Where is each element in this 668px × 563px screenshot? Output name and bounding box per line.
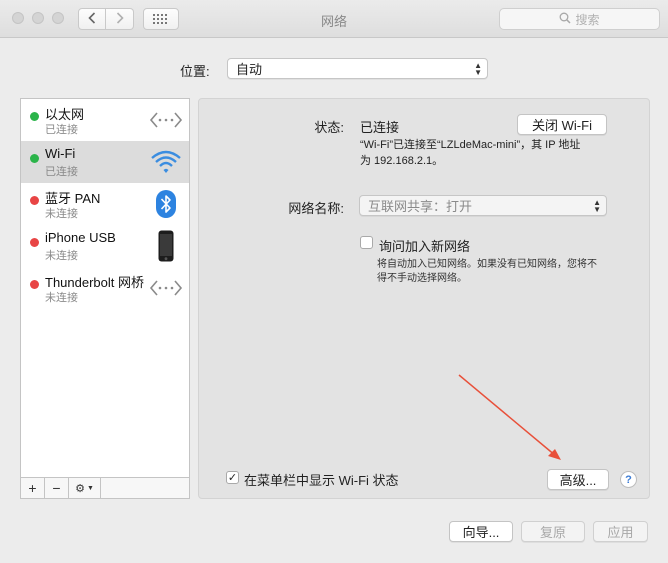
service-item-bluetooth-pan[interactable]: 蓝牙 PAN 未连接 — [21, 183, 189, 225]
show-menubar-label: 在菜单栏中显示 Wi-Fi 状态 — [244, 473, 399, 488]
gear-icon: ⚙︎ — [75, 482, 85, 495]
service-status: 未连接 — [45, 292, 78, 304]
network-name-popup[interactable]: 互联网共享：打开 ▲ ▼ — [359, 195, 607, 216]
service-item-thunderbolt-bridge[interactable]: Thunderbolt 网桥 未连接 — [21, 267, 189, 309]
status-description-line: “Wi-Fi”已连接至“LZLdeMac-mini”，其 IP 地址 — [360, 139, 581, 151]
status-description-line: 为 192.168.2.1。 — [360, 155, 444, 167]
service-name: iPhone USB — [45, 230, 116, 245]
ask-join-checkbox[interactable] — [360, 236, 373, 249]
iphone-icon — [149, 229, 183, 263]
status-description: “Wi-Fi”已连接至“LZLdeMac-mini”，其 IP 地址 为 192… — [360, 137, 640, 169]
chevron-down-icon: ▼ — [86, 484, 94, 492]
ask-join-description-line: 得不手动选择网络。 — [377, 273, 467, 284]
service-status: 未连接 — [45, 250, 78, 262]
network-name-value: 互联网共享：打开 — [368, 199, 473, 214]
turn-off-wifi-button[interactable]: 关闭 Wi-Fi — [517, 114, 607, 135]
thunderbolt-bridge-icon — [149, 271, 183, 305]
advanced-button[interactable]: 高级... — [547, 469, 609, 490]
status-dot — [30, 154, 39, 163]
add-service-button[interactable]: + — [21, 478, 45, 498]
window-toolbar: 网络 搜索 — [0, 0, 668, 38]
search-placeholder: 搜索 — [575, 12, 600, 27]
ask-join-description-line: 将自动加入已知网络。如果没有已知网络，您将不 — [377, 259, 597, 270]
service-name: Wi-Fi — [45, 146, 76, 161]
service-status: 已连接 — [45, 166, 78, 178]
service-item-iphone-usb[interactable]: iPhone USB 未连接 — [21, 225, 189, 267]
ethernet-icon — [149, 103, 183, 137]
service-status: 未连接 — [45, 208, 78, 220]
detail-pane: 状态: 已连接 关闭 Wi-Fi “Wi-Fi”已连接至“LZLdeMac-mi… — [198, 98, 650, 499]
ask-join-description: 将自动加入已知网络。如果没有已知网络，您将不 得不手动选择网络。 — [377, 258, 637, 286]
service-status: 已连接 — [45, 124, 78, 136]
help-button[interactable]: ? — [620, 471, 637, 488]
network-name-label: 网络名称: — [288, 201, 344, 216]
checkmark-icon: ✓ — [227, 472, 238, 484]
service-list-controls: + − ⚙︎ ▼ — [21, 477, 189, 498]
show-menubar-checkbox[interactable]: ✓ — [226, 471, 239, 484]
revert-button[interactable]: 复原 — [521, 521, 585, 542]
service-item-ethernet[interactable]: 以太网 已连接 — [21, 99, 189, 141]
service-list: 以太网 已连接 Wi-Fi 已连接 蓝牙 PAN 未连接 iPhone USB … — [20, 98, 190, 499]
popup-arrows-icon: ▲ ▼ — [474, 60, 482, 77]
status-dot — [30, 280, 39, 289]
status-dot — [30, 196, 39, 205]
search-icon — [559, 12, 572, 27]
action-menu-button[interactable]: ⚙︎ ▼ — [69, 478, 101, 498]
location-popup[interactable]: 自动 ▲ ▼ — [227, 58, 488, 79]
location-label: 位置: — [180, 64, 210, 79]
bluetooth-icon — [149, 187, 183, 221]
search-field[interactable]: 搜索 — [499, 8, 660, 30]
status-dot — [30, 238, 39, 247]
apply-button[interactable]: 应用 — [593, 521, 648, 542]
remove-service-button[interactable]: − — [45, 478, 69, 498]
location-value: 自动 — [236, 62, 263, 77]
wifi-icon — [149, 145, 183, 179]
status-value: 已连接 — [360, 120, 400, 135]
popup-arrows-icon: ▲ ▼ — [593, 197, 601, 214]
status-label: 状态: — [314, 120, 344, 135]
assist-me-button[interactable]: 向导... — [449, 521, 513, 542]
service-item-wifi[interactable]: Wi-Fi 已连接 — [21, 141, 189, 183]
ask-join-label: 询问加入新网络 — [379, 239, 471, 254]
status-dot — [30, 112, 39, 121]
